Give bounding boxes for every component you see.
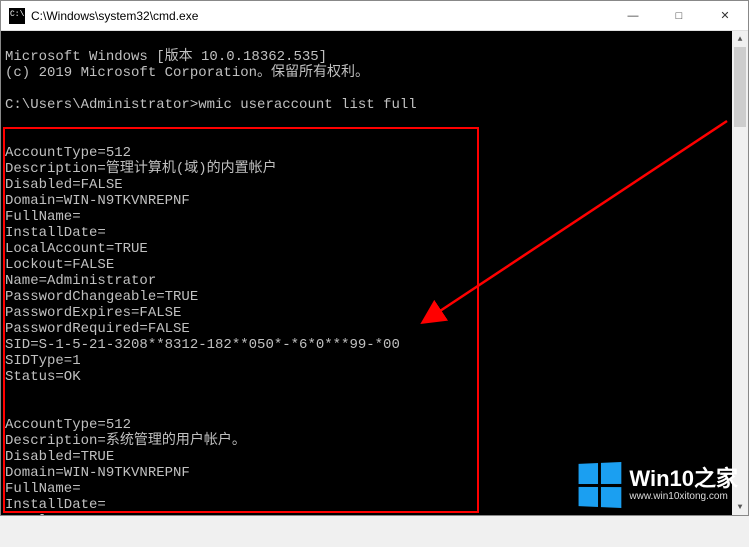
terminal-output[interactable]: Microsoft Windows [版本 10.0.18362.535] (c…	[1, 31, 748, 515]
output-line: SID=S-1-5-21-3208**8312-182**050*-*6*0**…	[5, 337, 400, 353]
output-line: FullName=	[5, 209, 81, 225]
output-line: PasswordExpires=FALSE	[5, 305, 181, 321]
output-line: Disabled=FALSE	[5, 177, 123, 193]
output-line: AccountType=512	[5, 417, 131, 433]
minimize-button[interactable]: —	[610, 1, 656, 30]
output-line: SIDType=1	[5, 353, 81, 369]
output-line: LocalAccount=TRUE	[5, 513, 148, 515]
banner-line: Microsoft Windows [版本 10.0.18362.535]	[5, 49, 327, 65]
output-line: PasswordRequired=FALSE	[5, 321, 190, 337]
window-title: C:\Windows\system32\cmd.exe	[31, 9, 610, 23]
cmd-icon	[9, 8, 25, 24]
output-line: Disabled=TRUE	[5, 449, 114, 465]
vertical-scrollbar[interactable]: ▲ ▼	[732, 31, 748, 515]
close-button[interactable]: ✕	[702, 1, 748, 30]
output-line: Description=系统管理的用户帐户。	[5, 433, 246, 449]
window-controls: — □ ✕	[610, 1, 748, 30]
prompt-line: C:\Users\Administrator>wmic useraccount …	[5, 97, 417, 113]
watermark: Win10之家 www.win10xitong.com	[577, 463, 738, 507]
output-line: Lockout=FALSE	[5, 257, 114, 273]
window-titlebar: C:\Windows\system32\cmd.exe — □ ✕	[1, 1, 748, 31]
output-line: AccountType=512	[5, 145, 131, 161]
output-line: FullName=	[5, 481, 81, 497]
copyright-line: (c) 2019 Microsoft Corporation。保留所有权利。	[5, 65, 369, 81]
watermark-title: Win10之家	[629, 468, 738, 490]
output-line: Domain=WIN-N9TKVNREPNF	[5, 193, 190, 209]
output-line: Domain=WIN-N9TKVNREPNF	[5, 465, 190, 481]
scrollbar-thumb[interactable]	[734, 47, 746, 127]
output-line: LocalAccount=TRUE	[5, 241, 148, 257]
output-line: PasswordChangeable=TRUE	[5, 289, 198, 305]
output-line: InstallDate=	[5, 497, 106, 513]
prompt-text: C:\Users\Administrator>	[5, 97, 198, 113]
watermark-url: www.win10xitong.com	[629, 490, 738, 503]
output-line: Status=OK	[5, 369, 81, 385]
output-line: Description=管理计算机(域)的内置帐户	[5, 161, 277, 177]
output-line: InstallDate=	[5, 225, 106, 241]
maximize-button[interactable]: □	[656, 1, 702, 30]
scrollbar-track[interactable]	[732, 47, 748, 499]
output-line: Name=Administrator	[5, 273, 156, 289]
windows-logo-icon	[579, 462, 622, 508]
scroll-up-button[interactable]: ▲	[732, 31, 748, 47]
command-text: wmic useraccount list full	[198, 97, 416, 113]
